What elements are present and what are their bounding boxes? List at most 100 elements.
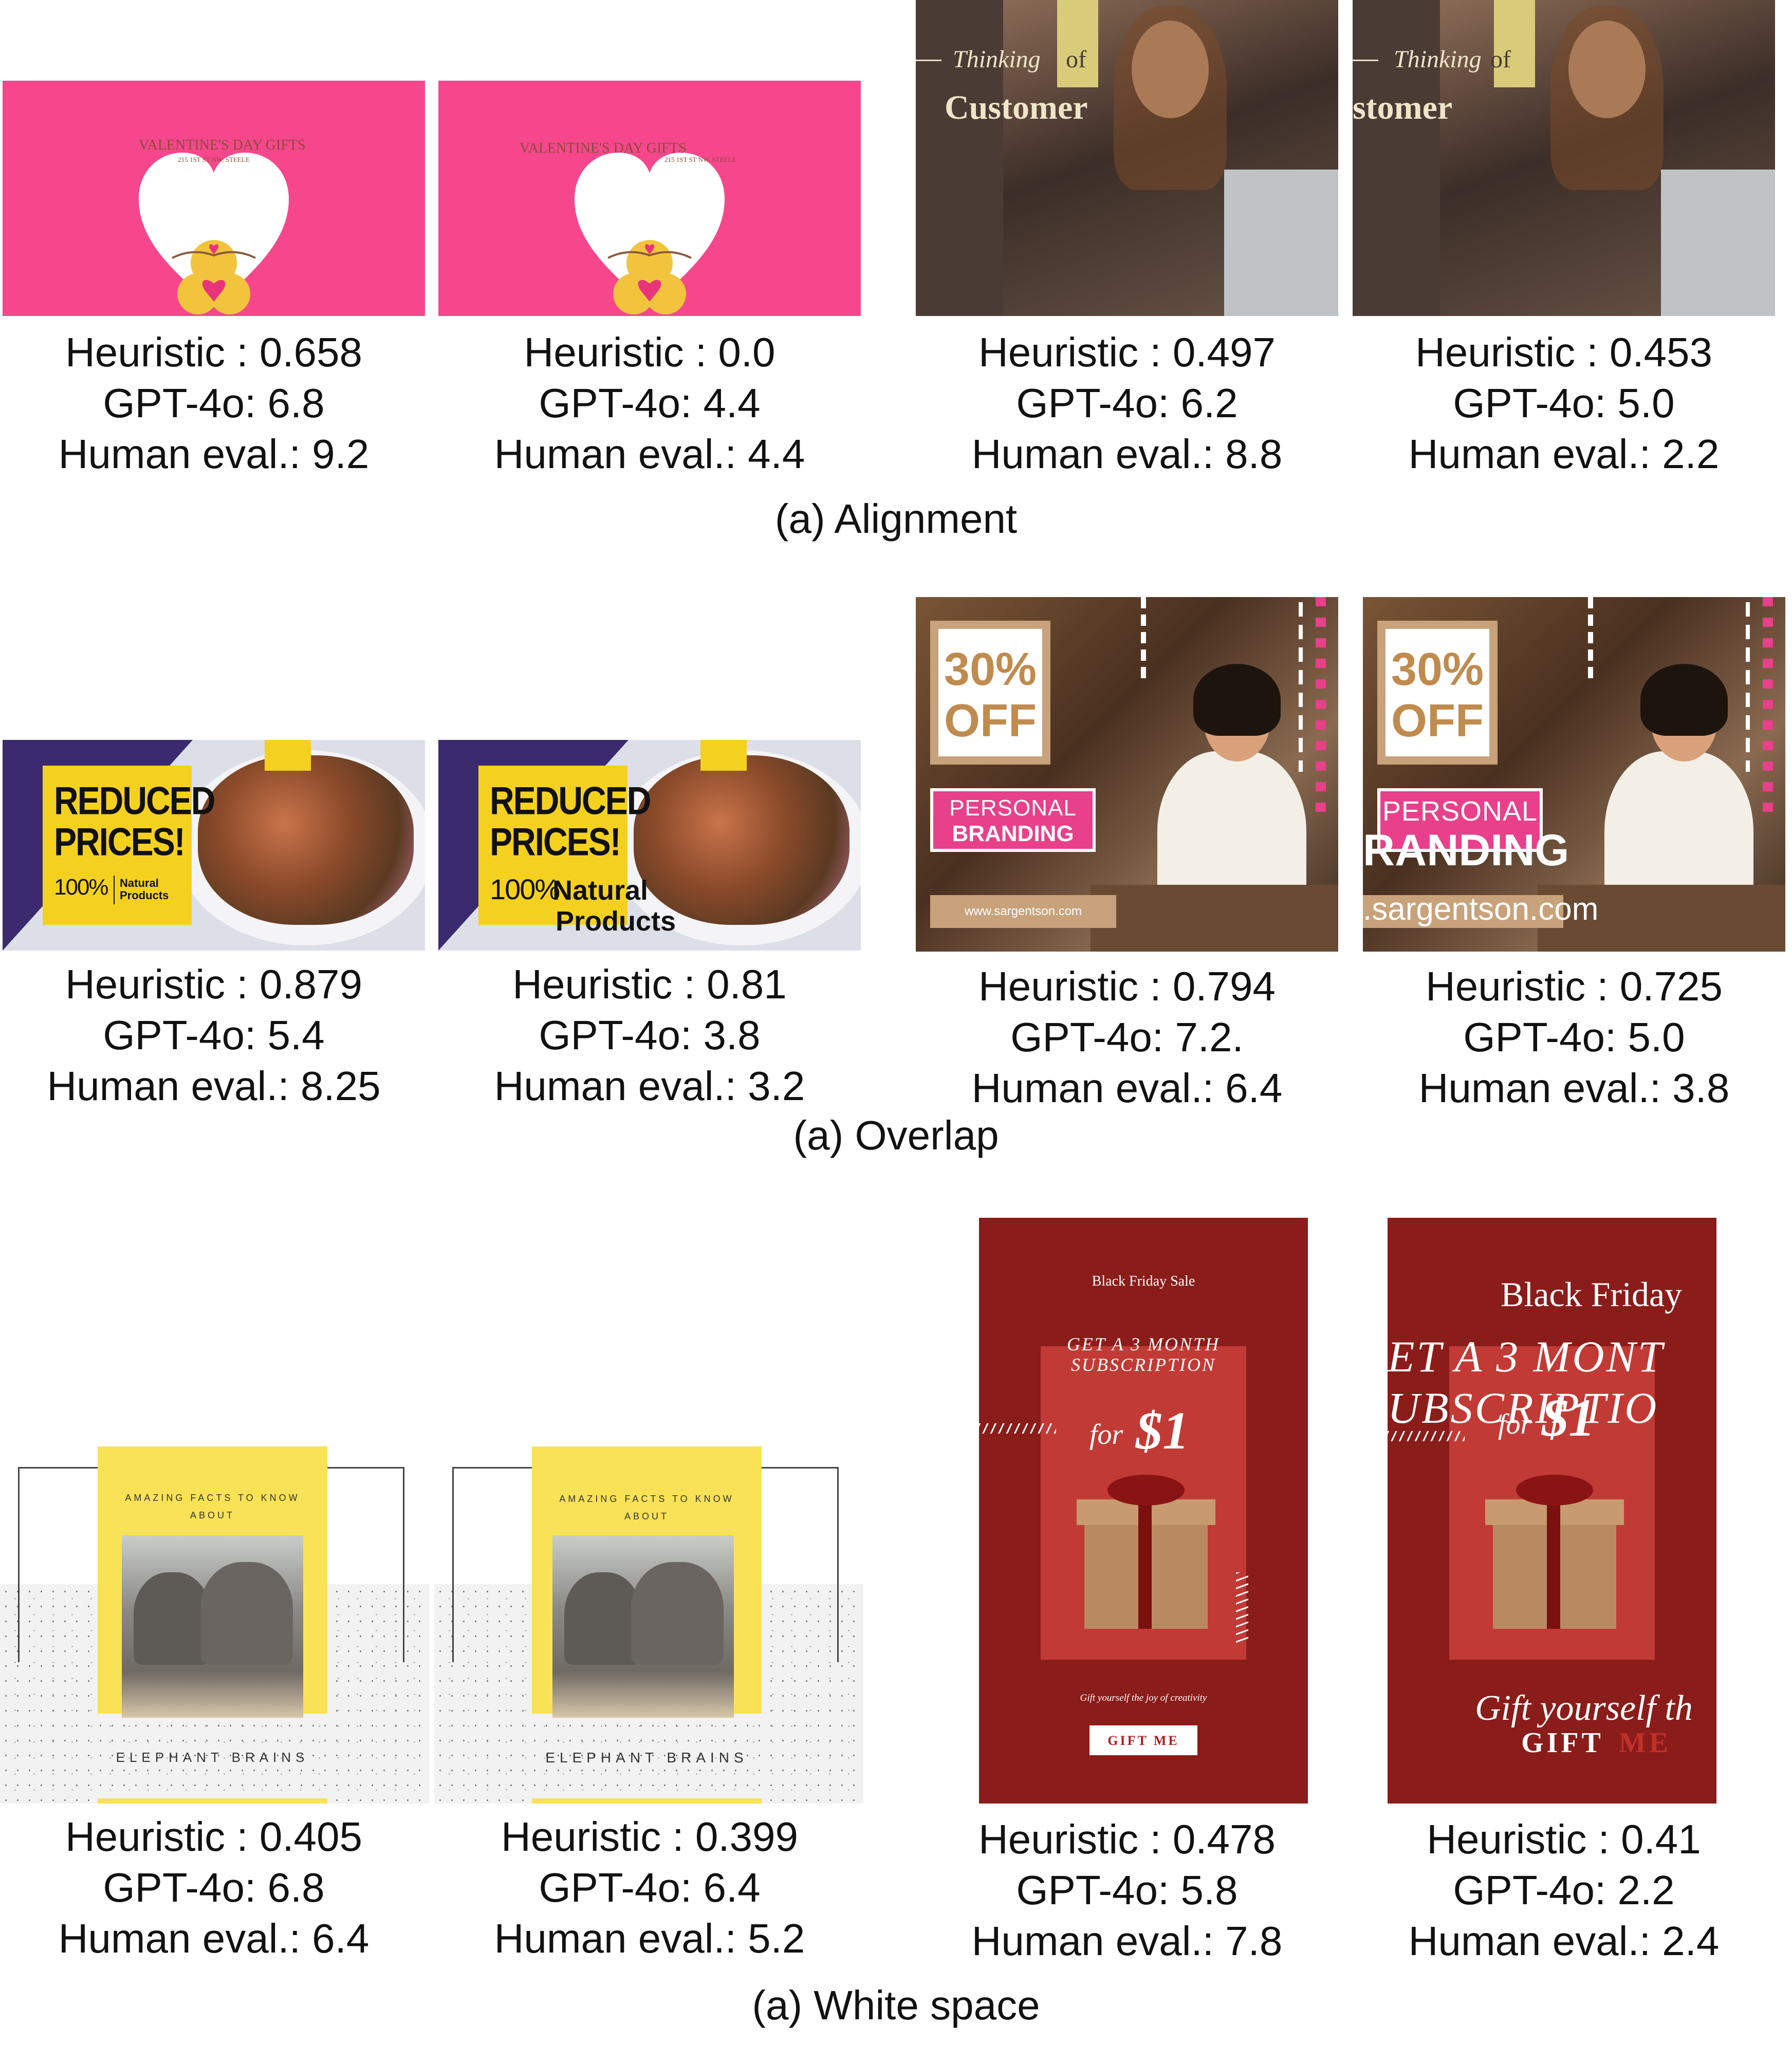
human-eval-score: Human eval.: 6.4 (58, 1916, 370, 1961)
customer-good-thumbnail: Thinking of Customer (916, 0, 1338, 316)
products-text: Products (556, 906, 676, 937)
reduced-text: REDUCED (490, 778, 651, 823)
human-eval-score: Human eval.: 5.2 (494, 1916, 805, 1961)
heuristic-score: Heuristic : 0.81 (512, 961, 787, 1007)
off-text: OFF (944, 695, 1037, 747)
about-text: ABOUT (624, 1511, 669, 1521)
heuristic-score: Heuristic : 0.399 (501, 1814, 799, 1860)
elephant-brains-text: ELEPHANT BRAINS (116, 1750, 309, 1765)
valentine-misaligned-thumbnail: VALENTINE'S DAY GIFTS 215 1ST ST NW, STE… (438, 81, 861, 316)
gift-line-text: Gift yourself th (1475, 1688, 1693, 1728)
gift-bow (1107, 1475, 1185, 1506)
dash-line (1353, 60, 1378, 61)
gpt4o-score: GPT-4o: 3.8 (539, 1012, 761, 1058)
thinking-text: Thinking (1394, 46, 1482, 73)
food-photo (198, 755, 414, 925)
white-bars-right (1746, 602, 1750, 772)
gpt4o-score: GPT-4o: 4.4 (539, 380, 761, 426)
elephant-shape (564, 1572, 641, 1665)
yellow-corner (700, 740, 747, 771)
food-photo (634, 755, 849, 925)
elephant-good-thumbnail: AMAZING FACTS TO KNOW ABOUT ELEPHANT BRA… (0, 1446, 429, 1804)
amazing-text: AMAZING FACTS TO KNOW (125, 1493, 300, 1503)
valentine-good-thumbnail: VALENTINE'S DAY GIFTS 215 1ST ST NW, STE… (3, 81, 425, 316)
human-eval-score: Human eval.: 6.4 (971, 1065, 1283, 1111)
yellow-strip (98, 1798, 327, 1804)
personal-branding-good-thumbnail: 30% OFF PERSONAL BRANDING www.sargentson… (916, 597, 1338, 952)
heuristic-score: Heuristic : 0.41 (1427, 1816, 1701, 1862)
photo-hair (1550, 5, 1664, 190)
white-bars-right (1299, 602, 1303, 772)
for-text: for (1089, 1419, 1123, 1451)
white-bars-left (1141, 597, 1146, 684)
woman-hair (1193, 664, 1281, 736)
metrics-block: Heuristic : 0.453 GPT-4o: 5.0 Human eval.:… (1353, 327, 1775, 479)
elephant-shape (631, 1562, 724, 1665)
gift-line-text: Gift yourself the joy of creativity (1080, 1693, 1207, 1703)
hundred-text: 100% (490, 873, 560, 905)
yellow-accent (1494, 0, 1535, 87)
reduced-prices-good-thumbnail: REDUCED PRICES! 100% Natural Products (3, 740, 425, 951)
white-bars-left (1588, 597, 1593, 684)
branding-text: BRANDING (952, 821, 1074, 846)
url-text: www.sargentson.com (964, 904, 1082, 918)
heuristic-score: Heuristic : 0.478 (978, 1816, 1276, 1862)
human-eval-score: Human eval.: 3.2 (494, 1063, 805, 1109)
personal-branding-overlap-thumbnail: 30% OFF PERSONAL RANDING .sargentson.com (1363, 597, 1785, 952)
for-text: for (1498, 1408, 1532, 1440)
gift-ribbon (1547, 1499, 1560, 1629)
customer-misaligned-thumbnail: Thinking of stomer (1353, 0, 1775, 316)
gpt4o-score: GPT-4o: 6.2 (1016, 380, 1238, 426)
prices-text: PRICES! (490, 820, 621, 864)
natural-text: Natural (120, 877, 159, 889)
photo-laptop (1224, 170, 1338, 316)
gift-ribbon (1138, 1499, 1152, 1629)
customer-text: stomer (1353, 89, 1453, 126)
elephant-poor-thumbnail: AMAZING FACTS TO KNOW ABOUT ELEPHANT BRA… (434, 1446, 863, 1804)
customer-text: Customer (945, 89, 1088, 126)
metrics-block: Heuristic : 0.41 GPT-4o: 2.2 Human eval.: … (1353, 1814, 1775, 1966)
gpt4o-score: GPT-4o: 5.0 (1463, 1014, 1685, 1060)
products-text: Products (120, 889, 169, 902)
human-eval-score: Human eval.: 3.8 (1418, 1065, 1730, 1111)
human-eval-score: Human eval.: 9.2 (58, 431, 370, 477)
metrics-block: Heuristic : 0.478 GPT-4o: 5.8 Human eval.:… (916, 1814, 1338, 1966)
get3-text: GET A 3 MONTH (1066, 1334, 1221, 1354)
price-text: $1 (1136, 1401, 1189, 1460)
natural-text: Natural (552, 875, 649, 906)
bf-big-text: Black Friday (1501, 1275, 1683, 1314)
metrics-block: Heuristic : 0.497 GPT-4o: 6.2 Human eval.:… (916, 327, 1338, 479)
me-cut-text: ME (1619, 1727, 1672, 1759)
personal-text: PERSONAL (1382, 796, 1538, 827)
human-eval-score: Human eval.: 4.4 (494, 431, 805, 477)
metrics-block: Heuristic : 0.658 GPT-4o: 6.8 Human eval.:… (3, 327, 425, 479)
human-eval-score: Human eval.: 7.8 (971, 1918, 1283, 1964)
url-text: .sargentson.com (1363, 891, 1599, 927)
elephant-shape (134, 1572, 211, 1665)
of-text: of (1490, 46, 1511, 73)
heuristic-score: Heuristic : 0.794 (978, 963, 1276, 1009)
human-eval-score: Human eval.: 2.2 (1408, 431, 1720, 477)
percent-text: 30% (1391, 644, 1484, 695)
section-caption: (a) Alignment (774, 496, 1018, 542)
gift-cut-text: GIFT (1521, 1727, 1604, 1759)
human-eval-score: Human eval.: 8.25 (47, 1063, 381, 1109)
reduced-prices-overlap-thumbnail: REDUCED PRICES! 100% Natural Products (438, 740, 861, 951)
heuristic-score: Heuristic : 0.497 (978, 329, 1276, 375)
gpt4o-score: GPT-4o: 5.8 (1016, 1867, 1238, 1913)
metrics-block: Heuristic : 0.794 GPT-4o: 7.2. Human eval.… (916, 961, 1338, 1113)
dash-line (916, 60, 941, 61)
valentine-title: VALENTINE'S DAY GIFTS (139, 137, 306, 153)
elephant-brains-text: ELEPHANT BRAINS (545, 1750, 748, 1765)
gpt4o-score: GPT-4o: 5.0 (1453, 380, 1675, 426)
pink-bars (1763, 597, 1773, 813)
table (1091, 885, 1338, 952)
heuristic-score: Heuristic : 0.0 (524, 329, 775, 375)
pink-bars (1316, 597, 1326, 813)
gift-me-text: GIFT ME (1107, 1733, 1179, 1748)
reduced-text: REDUCED (54, 778, 215, 823)
metrics-block: Heuristic : 0.81 GPT-4o: 3.8 Human eval.: … (438, 959, 861, 1111)
heuristic-score: Heuristic : 0.879 (65, 961, 363, 1007)
valentine-address: 215 1ST ST NW, STEELE (178, 156, 250, 163)
yellow-accent (1057, 0, 1098, 87)
